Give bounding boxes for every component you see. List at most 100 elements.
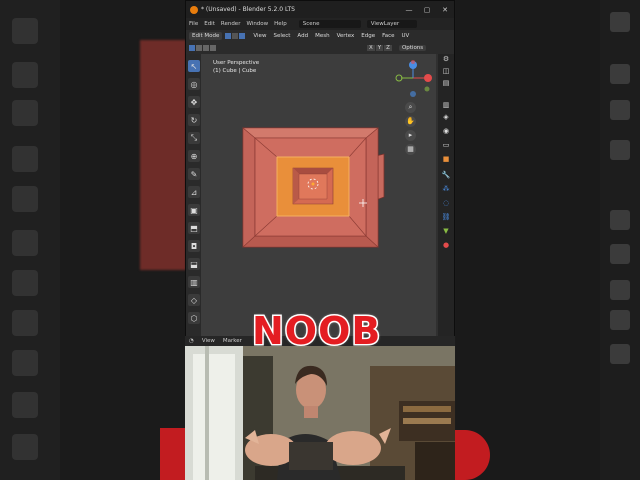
menu-help[interactable]: Help: [274, 21, 287, 27]
timeline-view-menu[interactable]: View: [202, 338, 215, 344]
pan-hand-icon[interactable]: ✋: [405, 116, 416, 127]
extrude-tool-icon[interactable]: ⬒: [188, 222, 200, 234]
view-layer-icon[interactable]: ▥: [441, 100, 451, 110]
select-box-icon[interactable]: [189, 45, 195, 51]
maximize-button[interactable]: ▢: [418, 6, 436, 14]
add-cube-tool-icon[interactable]: ▣: [188, 204, 200, 216]
bevel-right-face: [365, 127, 379, 248]
menu-render[interactable]: Render: [221, 21, 241, 27]
view-layer-selector[interactable]: ViewLayer: [366, 20, 417, 28]
background-tool-icon: [12, 270, 38, 296]
poly-build-tool-icon[interactable]: ⬡: [188, 312, 200, 324]
axis-x-toggle[interactable]: X: [367, 45, 375, 51]
object-props-icon[interactable]: ■: [441, 154, 451, 164]
inset-left-wall: [293, 168, 299, 204]
options-dropdown[interactable]: Options: [398, 45, 427, 51]
noob-caption: NOOB: [250, 309, 382, 353]
data-props-icon[interactable]: ▼: [441, 226, 451, 236]
title-bar: * (Unsaved) - Blender 5.2.0 LTS — ▢ ✕: [186, 1, 454, 18]
edge-select-icon[interactable]: [232, 33, 239, 39]
background-prop-icon: [610, 280, 630, 300]
bevel-tool-icon[interactable]: ⬓: [188, 258, 200, 270]
axis-y-toggle[interactable]: Y: [375, 45, 384, 51]
mode-icon[interactable]: [203, 45, 209, 51]
background-prop-icon: [610, 64, 630, 84]
rotate-tool-icon[interactable]: ↻: [188, 114, 200, 126]
background-prop-icon: [610, 244, 630, 264]
mode-icon[interactable]: [196, 45, 202, 51]
blender-logo-icon: [190, 5, 198, 14]
inset-tool-icon[interactable]: ◘: [188, 240, 200, 252]
background-tool-icon: [12, 434, 38, 460]
close-button[interactable]: ✕: [436, 6, 454, 14]
loop-cut-tool-icon[interactable]: ▥: [188, 276, 200, 288]
bevel-left-face: [242, 127, 256, 248]
background-tool-icon: [12, 350, 38, 376]
menu-view[interactable]: View: [253, 33, 266, 39]
particles-icon[interactable]: ⁂: [441, 184, 451, 194]
material-props-icon[interactable]: ●: [441, 240, 451, 250]
physics-icon[interactable]: ◌: [441, 198, 451, 208]
output-props-icon[interactable]: ▤: [441, 78, 451, 88]
background-tool-icon: [12, 392, 38, 418]
navigation-gizmo[interactable]: [395, 60, 432, 97]
menu-mesh[interactable]: Mesh: [315, 33, 329, 39]
minimize-button[interactable]: —: [400, 6, 418, 14]
scene-props-icon[interactable]: ◈: [441, 112, 451, 122]
background-properties-strip: [600, 0, 640, 480]
transform-tool-icon[interactable]: ⊕: [188, 150, 200, 162]
axis-z-toggle[interactable]: Z: [384, 45, 392, 51]
scene-canvas: [242, 60, 432, 248]
tool-props-icon[interactable]: ⚙: [441, 54, 451, 64]
select-tool-icon[interactable]: ↖: [188, 60, 200, 72]
menu-file[interactable]: File: [189, 21, 198, 27]
face-select-icon[interactable]: [239, 33, 246, 39]
menu-select[interactable]: Select: [273, 33, 290, 39]
measure-tool-icon[interactable]: ⊿: [188, 186, 200, 198]
meme-video-frame: [185, 346, 455, 480]
constraints-icon[interactable]: ⛓: [441, 212, 451, 222]
menu-uv[interactable]: UV: [402, 33, 410, 39]
menu-window[interactable]: Window: [246, 21, 268, 27]
scene-selector[interactable]: Scene: [298, 20, 361, 28]
vertex-select-icon[interactable]: [225, 33, 232, 39]
timeline-marker-menu[interactable]: Marker: [223, 338, 242, 344]
knife-tool-icon[interactable]: ◇: [188, 294, 200, 306]
background-tool-icon: [12, 18, 38, 44]
background-prop-icon: [610, 210, 630, 230]
background-tool-icon: [12, 310, 38, 336]
world-props-icon[interactable]: ◉: [441, 126, 451, 136]
blender-window: * (Unsaved) - Blender 5.2.0 LTS — ▢ ✕ Fi…: [185, 0, 455, 346]
menu-edge[interactable]: Edge: [361, 33, 375, 39]
bevel-top-face: [242, 127, 379, 139]
3d-viewport[interactable]: User Perspective (1) Cube | Cube ⌕ ✋ ▸ ▦: [201, 54, 436, 336]
collection-props-icon[interactable]: ▭: [441, 140, 451, 150]
scale-tool-icon[interactable]: ⤡: [188, 132, 200, 144]
menu-bar: File Edit Render Window Help Scene ViewL…: [186, 18, 454, 30]
inset-top-wall: [293, 168, 333, 174]
background-prop-icon: [610, 310, 630, 330]
viewport-header: Edit Mode View Select Add Mesh Vertex Ed…: [186, 30, 454, 42]
annotate-tool-icon[interactable]: ✎: [188, 168, 200, 180]
menu-face[interactable]: Face: [382, 33, 394, 39]
camera-view-icon[interactable]: ▸: [405, 130, 416, 141]
tool-header: X Y Z Options: [186, 42, 454, 54]
mode-icon[interactable]: [210, 45, 216, 51]
meme-scene-image: [185, 346, 455, 480]
cursor-tool-icon[interactable]: ◎: [188, 78, 200, 90]
background-tool-icon: [12, 230, 38, 256]
zoom-icon[interactable]: ⌕: [405, 102, 416, 113]
menu-add[interactable]: Add: [297, 33, 308, 39]
inset-back-face: [298, 173, 328, 200]
move-tool-icon[interactable]: ✥: [188, 96, 200, 108]
properties-tabs: ⚙ ◫ ▤ ▥ ◈ ◉ ▭ ■ 🔧 ⁂ ◌ ⛓ ▼ ●: [438, 54, 454, 336]
ortho-grid-icon[interactable]: ▦: [405, 144, 416, 155]
mode-dropdown[interactable]: Edit Mode: [189, 32, 223, 40]
menu-edit[interactable]: Edit: [204, 21, 215, 27]
timeline-editor-icon[interactable]: ◔: [189, 338, 194, 344]
modifier-wrench-icon[interactable]: 🔧: [441, 170, 451, 180]
menu-vertex[interactable]: Vertex: [337, 33, 355, 39]
tool-bar: ↖ ◎ ✥ ↻ ⤡ ⊕ ✎ ⊿ ▣ ⬒ ◘ ⬓ ▥ ◇ ⬡: [186, 54, 201, 336]
render-props-icon[interactable]: ◫: [441, 66, 451, 76]
gizmo-x-icon[interactable]: [424, 74, 432, 82]
